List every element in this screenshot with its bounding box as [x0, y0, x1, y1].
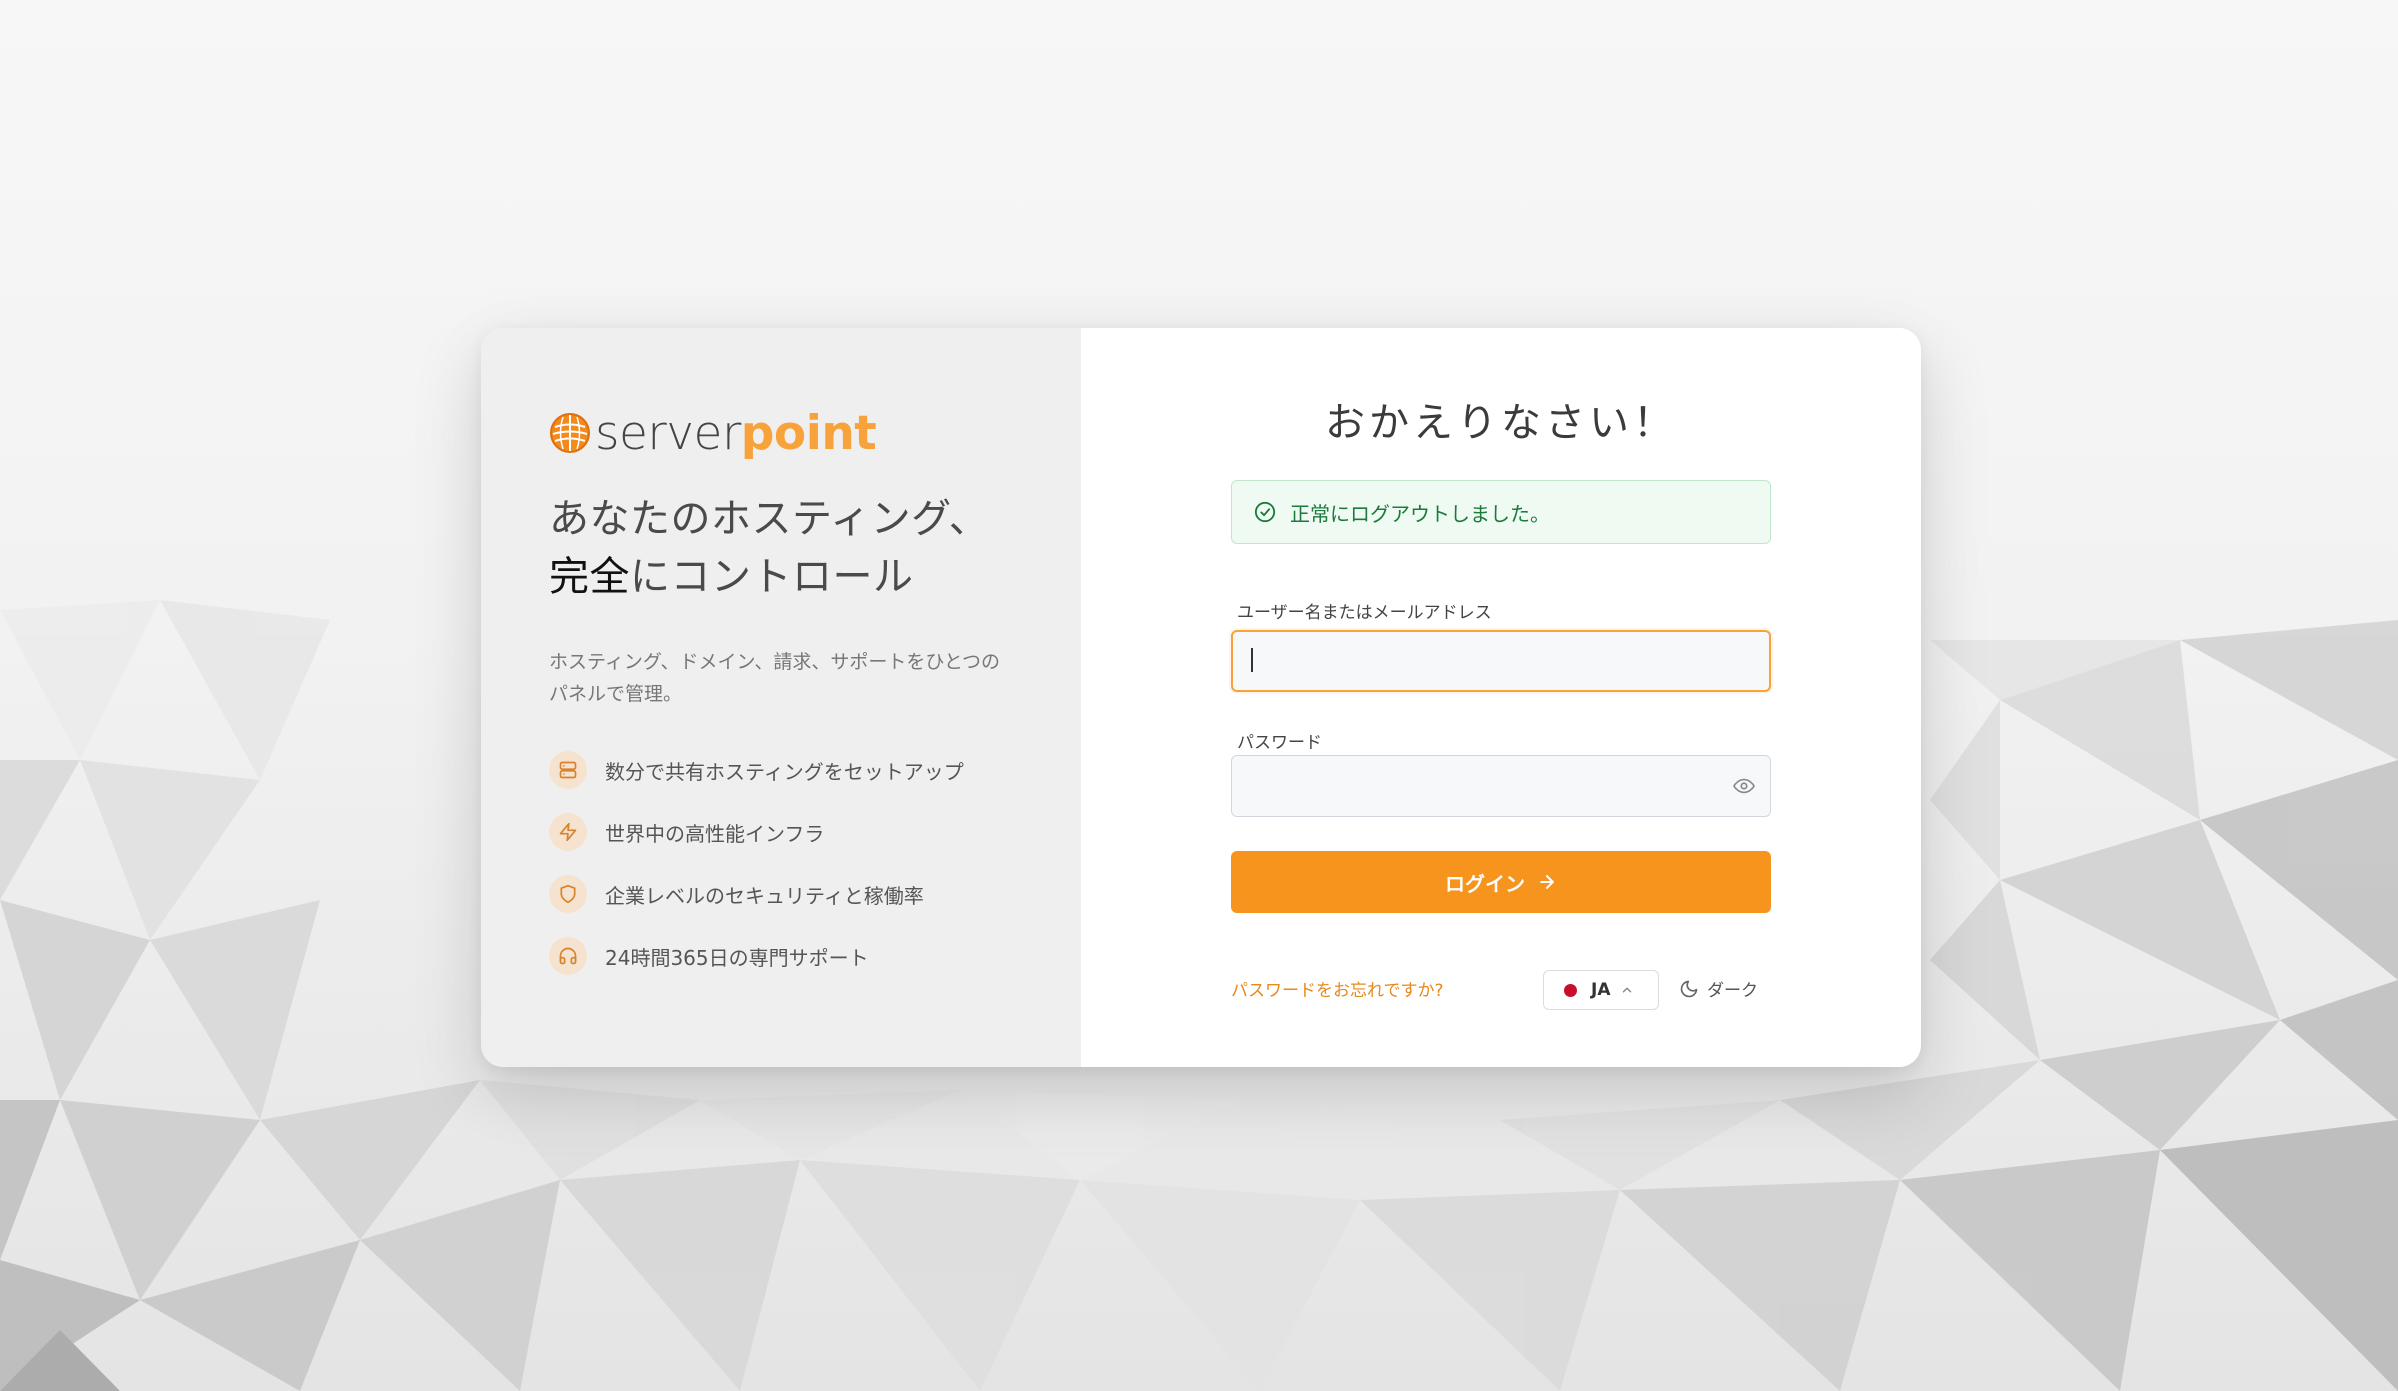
- feature-list: 数分で共有ホスティングをセットアップ 世界中の高性能インフラ 企業レベルのセキュ…: [549, 750, 1081, 976]
- feature-item: 企業レベルのセキュリティと稼働率: [549, 874, 1081, 914]
- text-caret: [1251, 648, 1253, 672]
- eye-icon: [1733, 778, 1755, 794]
- feature-item: 数分で共有ホスティングをセットアップ: [549, 750, 1081, 790]
- login-form-panel: おかえりなさい！ 正常にログアウトしました。 ユーザー名またはメールアドレス パ…: [1081, 328, 1921, 1067]
- lightning-icon: [559, 822, 577, 842]
- logo-text-point: point: [740, 405, 877, 461]
- feature-label: 世界中の高性能インフラ: [605, 821, 825, 846]
- password-input[interactable]: [1231, 755, 1771, 817]
- page-title: おかえりなさい！: [1325, 400, 1677, 446]
- language-code: JA: [1591, 980, 1611, 1000]
- headline: あなたのホスティング、 完全にコントロール: [549, 490, 1081, 606]
- feature-item: 世界中の高性能インフラ: [549, 812, 1081, 852]
- username-label: ユーザー名またはメールアドレス: [1237, 603, 1492, 623]
- forgot-password-link[interactable]: パスワードをお忘れですか?: [1231, 976, 1444, 1001]
- dark-mode-label: ダーク: [1707, 981, 1758, 1001]
- brand-panel: serverpoint あなたのホスティング、 完全にコントロール ホスティング…: [481, 328, 1081, 1067]
- login-button-label: ログイン: [1445, 871, 1525, 896]
- login-button[interactable]: ログイン: [1231, 851, 1771, 913]
- feature-label: 数分で共有ホスティングをセットアップ: [605, 759, 964, 784]
- moon-icon: [1680, 980, 1698, 997]
- password-label: パスワード: [1237, 733, 1322, 753]
- feature-label: 24時間365日の専門サポート: [605, 945, 869, 970]
- logout-success-alert: 正常にログアウトしました。: [1231, 480, 1771, 544]
- alert-text: 正常にログアウトしました。: [1290, 501, 1550, 526]
- shield-icon: [560, 884, 576, 904]
- show-password-toggle[interactable]: [1731, 773, 1757, 799]
- subtext: ホスティング、ドメイン、請求、サポートをひとつのパネルで管理。: [549, 651, 1001, 705]
- arrow-right-icon: [1540, 875, 1554, 889]
- login-card: serverpoint あなたのホスティング、 完全にコントロール ホスティング…: [481, 328, 1921, 1067]
- logo-text-server: server: [595, 405, 741, 461]
- headphones-icon: [559, 947, 577, 965]
- feature-label: 企業レベルのセキュリティと稼働率: [605, 883, 924, 908]
- headline-line2: にコントロール: [630, 554, 914, 600]
- headline-emphasis: 完全: [549, 554, 630, 600]
- feature-item: 24時間365日の専門サポート: [549, 936, 1081, 976]
- globe-logo-icon: [550, 413, 590, 453]
- headline-line1: あなたのホスティング、: [549, 496, 990, 542]
- dark-mode-toggle[interactable]: ダーク: [1679, 976, 1758, 1001]
- server-icon: [559, 761, 577, 779]
- check-circle-icon: [1254, 501, 1276, 523]
- language-selector[interactable]: JA: [1543, 970, 1659, 1010]
- username-input[interactable]: [1231, 630, 1771, 692]
- japan-flag-icon: [1564, 983, 1577, 997]
- serverpoint-logo: serverpoint: [549, 406, 1081, 460]
- chevron-up-icon: [1623, 987, 1632, 993]
